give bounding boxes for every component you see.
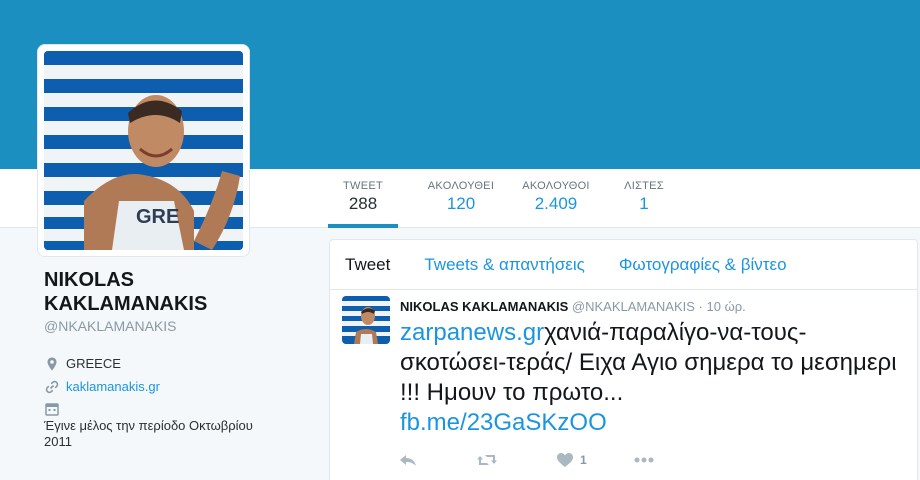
avatar-photo: GRE — [44, 51, 243, 250]
profile-avatar[interactable]: GRE — [38, 45, 249, 256]
tab-tweets-replies[interactable]: Tweets & απαντήσεις — [424, 255, 585, 275]
profile-name[interactable]: NIKOLAS KAKLAMANAKIS — [44, 268, 304, 316]
tweet-author-handle[interactable]: @NKAKLAMANAKIS — [572, 299, 695, 314]
tweet-text: zarpanews.grχανιά-παραλίγο-να-τους-σκοτώ… — [400, 318, 905, 438]
profile-joined-line2: 2011 — [44, 434, 72, 449]
tweet-link-fb[interactable]: fb.me/23GaSKzOO — [400, 409, 607, 436]
profile-name-line2: KAKLAMANAKIS — [44, 293, 208, 315]
nav-tweets-label: TWEET — [343, 180, 383, 192]
profile-joined: Έγινε μέλος την περίοδο Οκτωβρίου 2011 — [44, 401, 304, 449]
like-button[interactable]: 1 — [556, 452, 587, 468]
nav-followers-count: 2.409 — [534, 194, 578, 213]
more-dots-icon — [634, 457, 654, 463]
link-icon — [45, 380, 59, 394]
tweet-separator: · — [698, 299, 703, 314]
heart-icon — [557, 453, 573, 467]
tweet-header: NIKOLAS KAKLAMANAKIS @NKAKLAMANAKIS · 10… — [400, 298, 905, 315]
nav-lists-label: ΛΙΣΤΕΣ — [624, 180, 664, 192]
nav-lists-count: 1 — [639, 194, 649, 213]
profile-card: NIKOLAS KAKLAMANAKIS @NKAKLAMANAKIS GREE… — [44, 268, 304, 449]
nav-tweets-count: 288 — [348, 194, 378, 213]
tweet-author-name[interactable]: NIKOLAS KAKLAMANAKIS — [400, 299, 568, 314]
tweet-avatar-photo — [342, 296, 390, 344]
profile-handle[interactable]: @NKAKLAMANAKIS — [44, 318, 304, 334]
nav-tweets[interactable]: TWEET 288 — [328, 180, 398, 228]
profile-location-text: GREECE — [66, 356, 121, 371]
reply-button[interactable] — [398, 452, 418, 468]
like-count: 1 — [580, 453, 587, 467]
tweet-avatar[interactable] — [342, 296, 390, 344]
svg-text:GRE: GRE — [136, 206, 179, 228]
tweet-timestamp[interactable]: 10 ώρ. — [707, 299, 746, 314]
map-pin-icon — [47, 357, 57, 371]
profile-nav: TWEET 288 ΑΚΟΛΟΥΘΕΙ 120 ΑΚΟΛΟΥΘΟΙ 2.409 … — [328, 180, 674, 228]
timeline: Tweet Tweets & απαντήσεις Φωτογραφίες & … — [329, 239, 918, 480]
tweet-actions: 1 — [398, 452, 713, 468]
nav-following-label: ΑΚΟΛΟΥΘΕΙ — [427, 180, 495, 192]
retweet-button[interactable] — [476, 452, 498, 468]
profile-joined-line1: Έγινε μέλος την περίοδο Οκτωβρίου — [44, 418, 253, 433]
profile-website: kaklamanakis.gr — [44, 379, 304, 395]
more-button[interactable] — [633, 456, 655, 464]
reply-icon — [400, 455, 416, 466]
calendar-icon — [45, 403, 59, 416]
profile-name-line1: NIKOLAS — [44, 269, 134, 291]
nav-lists[interactable]: ΛΙΣΤΕΣ 1 — [614, 180, 674, 228]
retweet-icon — [477, 455, 497, 465]
profile-location: GREECE — [44, 356, 304, 372]
nav-followers[interactable]: ΑΚΟΛΟΥΘΟΙ 2.409 — [510, 180, 602, 228]
tab-tweets[interactable]: Tweet — [345, 255, 390, 275]
timeline-tabs: Tweet Tweets & απαντήσεις Φωτογραφίες & … — [330, 240, 917, 290]
tweet[interactable]: NIKOLAS KAKLAMANAKIS @NKAKLAMANAKIS · 10… — [330, 290, 917, 438]
nav-following-count: 120 — [446, 194, 476, 213]
tab-photos-videos[interactable]: Φωτογραφίες & βίντεο — [619, 255, 787, 275]
nav-following[interactable]: ΑΚΟΛΟΥΘΕΙ 120 — [412, 180, 510, 228]
tweet-link-zarpanews[interactable]: zarpanews.gr — [400, 319, 544, 346]
nav-followers-label: ΑΚΟΛΟΥΘΟΙ — [522, 180, 590, 192]
profile-website-link[interactable]: kaklamanakis.gr — [66, 379, 160, 394]
